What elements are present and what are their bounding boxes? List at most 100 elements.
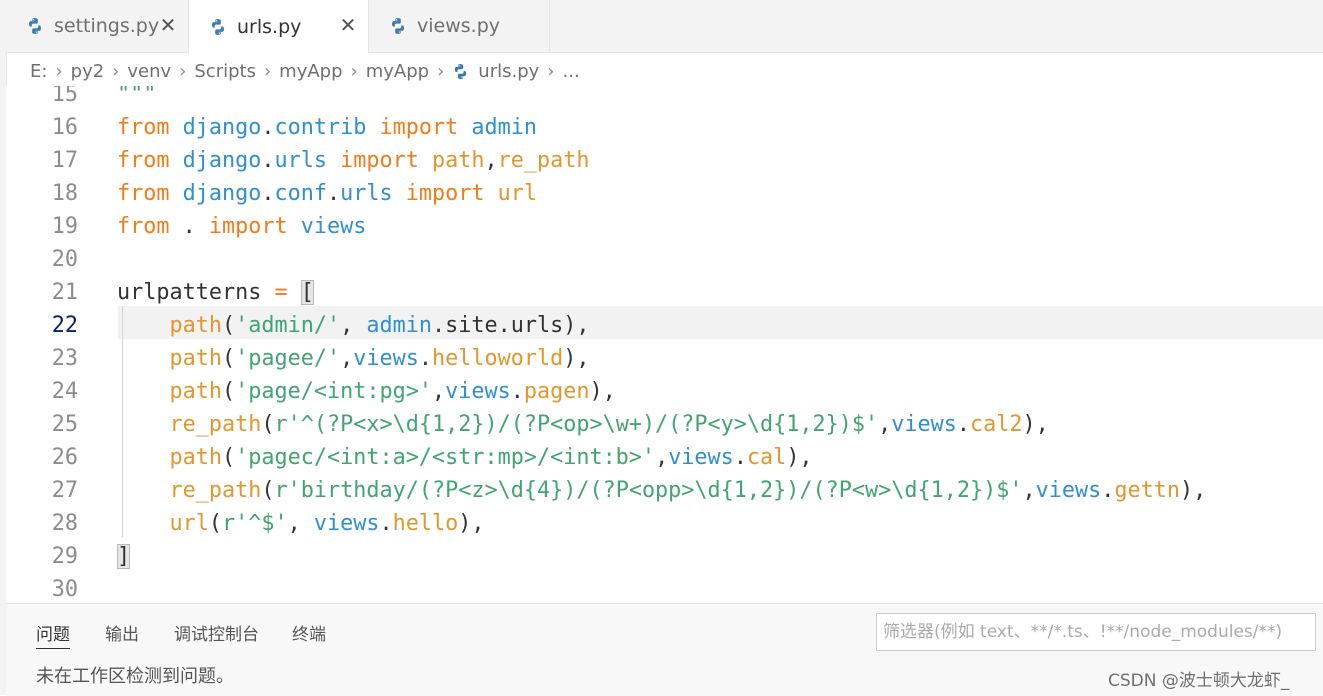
code-token: 'admin/': [235, 313, 341, 338]
code-line[interactable]: 24 path('page/<int:pg>',views.pagen),: [6, 375, 1323, 408]
code-text: path('pagee/',views.helloworld),: [117, 342, 590, 375]
code-line[interactable]: 25 re_path(r'^(?P<x>\d{1,2})/(?P<op>\w+)…: [6, 408, 1323, 441]
code-line[interactable]: 21 urlpatterns = [: [6, 276, 1323, 309]
code-token: views: [1035, 478, 1102, 503]
code-token: gettn: [1114, 478, 1181, 503]
chevron-right-icon: ›: [263, 60, 272, 82]
code-token: .: [261, 115, 275, 140]
code-token: (: [222, 445, 236, 470]
code-token: =: [274, 280, 288, 305]
line-number: 30: [51, 577, 78, 602]
code-token: views: [668, 445, 734, 470]
code-line[interactable]: 15 """: [6, 86, 1323, 111]
line-number: 22: [51, 313, 78, 338]
code-token: ,: [431, 379, 446, 404]
breadcrumb-item[interactable]: venv: [127, 61, 171, 82]
no-problems-message: 未在工作区检测到问题。: [36, 666, 234, 687]
code-token: contrib: [274, 115, 367, 140]
watermark: CSDN @波士顿大龙虾_: [1108, 671, 1290, 691]
chevron-right-icon: ›: [547, 60, 555, 82]
code-line[interactable]: 30: [6, 573, 1323, 603]
line-number: 23: [51, 346, 78, 371]
chevron-right-icon: ›: [437, 60, 445, 82]
code-line[interactable]: 28 url(r'^$', views.hello),: [6, 507, 1323, 540]
chevron-right-icon: ›: [179, 60, 187, 82]
breadcrumb-item[interactable]: urls.py: [478, 61, 539, 82]
tab-label: views.py: [417, 15, 500, 37]
breadcrumb-item[interactable]: E:: [30, 61, 47, 82]
close-tab-icon[interactable]: ✕: [338, 14, 358, 36]
python-icon: [392, 18, 404, 34]
code-line[interactable]: 27 re_path(r'birthday/(?P<z>\d{4})/(?P<o…: [6, 474, 1323, 507]
code-token: url: [497, 181, 537, 206]
code-text: urlpatterns = [: [117, 276, 314, 309]
code-token: ]: [117, 544, 131, 569]
line-number: 16: [51, 115, 78, 140]
code-token: ,: [340, 346, 354, 371]
code-token: django: [182, 115, 262, 140]
code-token: .: [327, 181, 341, 206]
code-editor[interactable]: 15 """ 16 from django.contrib import admin 1…: [6, 86, 1323, 603]
code-text: path('page/<int:pg>',views.pagen),: [117, 375, 616, 408]
code-token: .: [1101, 478, 1115, 503]
code-line[interactable]: 16 from django.contrib import admin: [6, 111, 1323, 144]
tab-views-py[interactable]: views.py: [369, 0, 550, 52]
line-number: 19: [51, 214, 78, 239]
tab-settings-py[interactable]: settings.py ✕: [6, 0, 189, 52]
code-text: from django.contrib import admin: [117, 111, 537, 144]
code-line[interactable]: 19 from . import views: [6, 210, 1323, 243]
code-token: admin: [366, 313, 432, 338]
breadcrumb-item[interactable]: myApp: [366, 61, 429, 82]
code-text: from django.conf.urls import url: [117, 177, 537, 210]
code-token: views: [313, 511, 380, 536]
tab-urls-py[interactable]: urls.py ✕: [189, 0, 369, 53]
panel-tab-problems[interactable]: 问题: [36, 620, 70, 649]
code-token: cal: [746, 445, 787, 470]
code-token: import: [340, 148, 419, 173]
close-tab-icon[interactable]: ✕: [158, 14, 178, 36]
code-line[interactable]: 20: [6, 243, 1323, 276]
line-number: 25: [51, 412, 78, 437]
code-token: (: [208, 511, 222, 536]
code-token: urlpatterns: [117, 280, 262, 305]
code-line[interactable]: 18 from django.conf.urls import url: [6, 177, 1323, 210]
line-number: 20: [51, 247, 78, 272]
code-token: urls: [274, 148, 328, 173]
code-token: 'pagec/<int:a>/<str:mp>/<int:b>': [235, 445, 656, 470]
line-number: 18: [51, 181, 78, 206]
python-icon: [455, 63, 467, 79]
code-token: urls: [340, 181, 393, 206]
breadcrumb-item[interactable]: Scripts: [194, 61, 256, 82]
code-token: ),: [458, 511, 485, 536]
code-token: from: [117, 148, 170, 173]
breadcrumb-item[interactable]: myApp: [279, 61, 342, 82]
code-token: (: [261, 478, 275, 503]
code-line[interactable]: 23 path('pagee/',views.helloworld),: [6, 342, 1323, 375]
problems-filter-input[interactable]: 筛选器(例如 text、**/*.ts、!**/node_modules/**): [876, 613, 1316, 651]
panel-tab-terminal[interactable]: 终端: [292, 620, 326, 648]
code-text: path('admin/', admin.site.urls),: [117, 309, 590, 342]
code-line[interactable]: 26 path('pagec/<int:a>/<str:mp>/<int:b>'…: [6, 441, 1323, 474]
line-number: 21: [51, 280, 78, 305]
code-text: from django.urls import path,re_path: [117, 144, 590, 177]
panel-tab-output[interactable]: 输出: [105, 620, 139, 648]
breadcrumb-item[interactable]: py2: [71, 61, 105, 82]
code-line[interactable]: 17 from django.urls import path,re_path: [6, 144, 1323, 177]
code-line[interactable]: 29]: [6, 540, 1323, 573]
panel-tab-debug-console[interactable]: 调试控制台: [174, 620, 259, 648]
code-text: """: [117, 86, 156, 111]
code-line[interactable]: 22 path('admin/', admin.site.urls),: [6, 309, 1323, 342]
breadcrumb-item[interactable]: ...: [563, 61, 580, 82]
